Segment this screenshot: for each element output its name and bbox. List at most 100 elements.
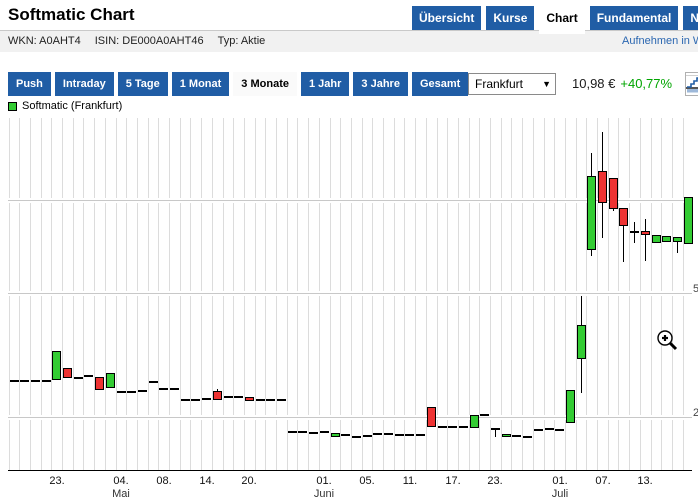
add-to-watchlist-link[interactable]: Aufnehmen in W: [622, 35, 698, 47]
tab-kurse[interactable]: Kurse: [486, 6, 534, 30]
tab-chart[interactable]: Chart: [539, 6, 584, 34]
candle-flat-day-35: [384, 433, 393, 435]
candle-up-day-54: [587, 176, 596, 250]
candle-flat-day-7: [84, 375, 93, 377]
price-chart[interactable]: 5223.04.08.14.20.01.05.11.17.23.01.07.13…: [8, 118, 698, 502]
candle-down-day-5: [63, 368, 72, 378]
candle-up-day-46: [502, 434, 511, 437]
x-axis-label: 11.: [393, 475, 427, 487]
isin-label: ISIN: DE000A0AHT46: [95, 35, 204, 47]
legend-swatch-icon: [8, 102, 17, 111]
candle-flat-day-32: [352, 436, 361, 438]
instrument-info: WKN: A0AHT4 ISIN: DE000A0AHT46 Typ: Akti…: [8, 35, 265, 47]
candle-flat-day-36: [395, 434, 404, 436]
x-axis-label: 23.: [40, 475, 74, 487]
wkn-label: WKN: A0AHT4: [8, 35, 81, 47]
y-axis-label: 2: [693, 407, 698, 419]
candle-up-day-9: [106, 373, 115, 388]
gridline-horizontal: [8, 293, 692, 294]
price-value: 10,98 €: [572, 76, 615, 91]
candle-flat-day-10: [117, 391, 126, 393]
candle-flat-day-18: [202, 398, 211, 400]
candle-down-day-57: [619, 208, 628, 226]
candle-flat-day-37: [405, 434, 414, 436]
x-axis-label: 20.: [232, 475, 266, 487]
candle-flat-day-48: [523, 436, 532, 438]
candle-up-day-63: [684, 197, 693, 244]
range-button-3-monate[interactable]: 3 Monate: [233, 72, 297, 96]
candle-up-day-60: [652, 235, 661, 243]
exchange-select-value: Frankfurt: [475, 77, 523, 91]
exchange-select[interactable]: Frankfurt ▼: [468, 73, 556, 95]
range-button-1-monat[interactable]: 1 Monat: [172, 72, 230, 96]
candle-flat-day-33: [363, 435, 372, 437]
candle-flat-day-12: [138, 390, 147, 392]
candle-up-day-61: [662, 236, 671, 242]
candle-flat-day-41: [448, 426, 457, 428]
candle-flat-day-1: [20, 380, 29, 382]
candle-down-day-22: [245, 397, 254, 401]
candle-flat-day-45: [491, 428, 500, 430]
candle-flat-day-25: [277, 399, 286, 401]
range-button-3-jahre[interactable]: 3 Jahre: [353, 72, 408, 96]
candle-down-day-19: [213, 391, 222, 400]
candle-flat-day-13: [149, 381, 158, 383]
candle-flat-day-47: [512, 435, 521, 437]
legend-label: Softmatic (Frankfurt): [22, 100, 122, 112]
zoom-in-cursor-icon: [654, 327, 681, 354]
range-button-1-jahr[interactable]: 1 Jahr: [301, 72, 349, 96]
candle-flat-day-27: [298, 431, 307, 433]
quote-display: 10,98 € +40,77%: [572, 76, 672, 91]
candle-wick-day-45: [495, 429, 496, 437]
candle-flat-day-42: [459, 426, 468, 428]
x-axis-label: 17.: [436, 475, 470, 487]
candle-flat-day-50: [545, 428, 554, 430]
x-axis-label: 05.: [350, 475, 384, 487]
candle-flat-day-28: [309, 432, 318, 434]
candle-up-day-30: [331, 433, 340, 437]
price-change: +40,77%: [620, 76, 672, 91]
candle-flat-day-44: [480, 414, 489, 416]
candle-up-day-43: [470, 415, 479, 428]
candle-up-day-53: [577, 325, 586, 359]
candle-flat-day-49: [534, 429, 543, 431]
candle-flat-day-38: [416, 434, 425, 436]
tab-bar: ÜbersichtKurseChartFundamental News: [412, 6, 698, 34]
candle-flat-day-20: [224, 396, 233, 398]
x-axis-label: 08.: [147, 475, 181, 487]
candle-flat-day-34: [373, 433, 382, 435]
tab-news[interactable]: News: [683, 6, 698, 30]
range-button-5-tage[interactable]: 5 Tage: [118, 72, 168, 96]
tab-uebersicht[interactable]: Übersicht: [412, 6, 481, 30]
x-axis-label: 14.: [190, 475, 224, 487]
candle-flat-day-11: [127, 391, 136, 393]
candle-flat-day-17: [191, 399, 200, 401]
range-button-group: PushIntraday5 Tage1 Monat3 Monate1 Jahr3…: [8, 72, 468, 96]
candle-flat-day-40: [438, 426, 447, 428]
candle-flat-day-23: [256, 399, 265, 401]
range-button-gesamt[interactable]: Gesamt: [412, 72, 468, 96]
candle-down-day-39: [427, 407, 436, 427]
x-axis-label: 23.: [478, 475, 512, 487]
candle-flat-day-15: [170, 388, 179, 390]
range-button-intraday[interactable]: Intraday: [55, 72, 114, 96]
month-label: Juli: [543, 488, 577, 500]
chart-settings-icon[interactable]: [685, 72, 698, 96]
candle-flat-day-26: [288, 431, 297, 433]
page: { "header": { "title": "Softmatic Chart"…: [0, 0, 698, 502]
candle-flat-day-21: [234, 396, 243, 398]
range-button-push[interactable]: Push: [8, 72, 51, 96]
x-axis-label: 01.: [543, 475, 577, 487]
page-title: Softmatic Chart: [8, 5, 135, 25]
candle-wick-day-59: [645, 219, 646, 261]
x-axis-label: 07.: [586, 475, 620, 487]
y-axis-label: 5: [693, 283, 698, 295]
x-axis-label: 13.: [628, 475, 662, 487]
tab-fundamental[interactable]: Fundamental: [590, 6, 679, 30]
candle-flat-day-6: [74, 377, 83, 379]
candle-flat-day-58: [630, 231, 639, 233]
candle-down-day-55: [598, 171, 607, 203]
month-label: Juni: [307, 488, 341, 500]
gridline-horizontal: [8, 417, 692, 418]
candle-up-day-52: [566, 390, 575, 423]
